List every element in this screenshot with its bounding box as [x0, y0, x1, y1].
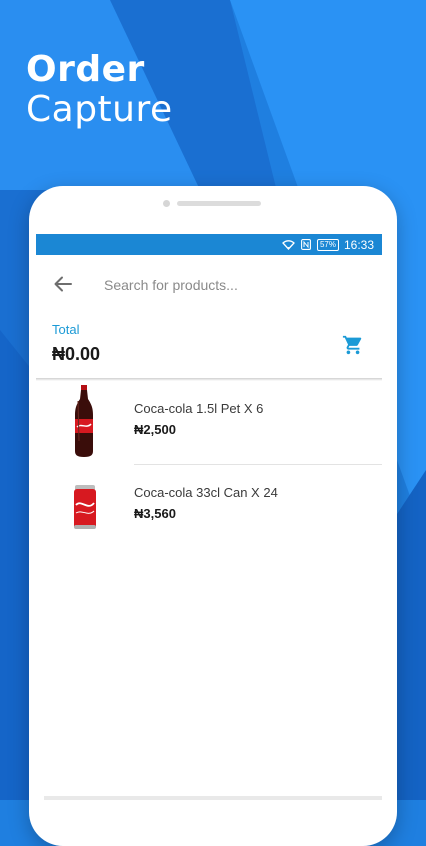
product-price: ₦2,500	[134, 422, 176, 437]
cart-button[interactable]	[342, 334, 368, 358]
coca-cola-bottle-image	[66, 381, 102, 465]
search-input[interactable]	[102, 269, 366, 301]
product-list: Coca-cola 1.5l Pet X 6 ₦2,500 Coca-cola …	[36, 381, 382, 549]
product-item[interactable]: Coca-cola 1.5l Pet X 6 ₦2,500	[36, 381, 382, 465]
product-name: Coca-cola 1.5l Pet X 6	[134, 401, 264, 416]
battery-level: 57%	[319, 239, 336, 249]
back-arrow-icon	[54, 276, 72, 292]
total-label: Total	[52, 322, 80, 337]
product-name: Coca-cola 33cl Can X 24	[134, 485, 278, 500]
toolbar	[36, 255, 382, 313]
hero-title: Order Capture	[26, 49, 173, 131]
battery-icon: 57%	[316, 238, 339, 251]
phone-camera-dot	[163, 200, 170, 207]
status-bar: 57% 16:33	[36, 234, 382, 255]
phone-speaker	[177, 201, 261, 206]
app-screen: 57% 16:33 Total ₦0.00	[36, 234, 382, 800]
hero-title-line1: Order	[26, 49, 145, 90]
total-value: ₦0.00	[52, 344, 101, 364]
wifi-icon	[282, 239, 295, 250]
shopping-cart-icon	[342, 335, 362, 355]
hero-title-line2: Capture	[26, 89, 173, 131]
coca-cola-can-image	[66, 465, 102, 549]
nfc-icon	[301, 239, 311, 250]
product-item[interactable]: Coca-cola 33cl Can X 24 ₦3,560	[36, 465, 382, 549]
phone-bottom-edge	[44, 796, 382, 800]
back-button[interactable]	[50, 271, 76, 297]
product-price: ₦3,560	[134, 506, 176, 521]
status-time: 16:33	[343, 237, 374, 252]
